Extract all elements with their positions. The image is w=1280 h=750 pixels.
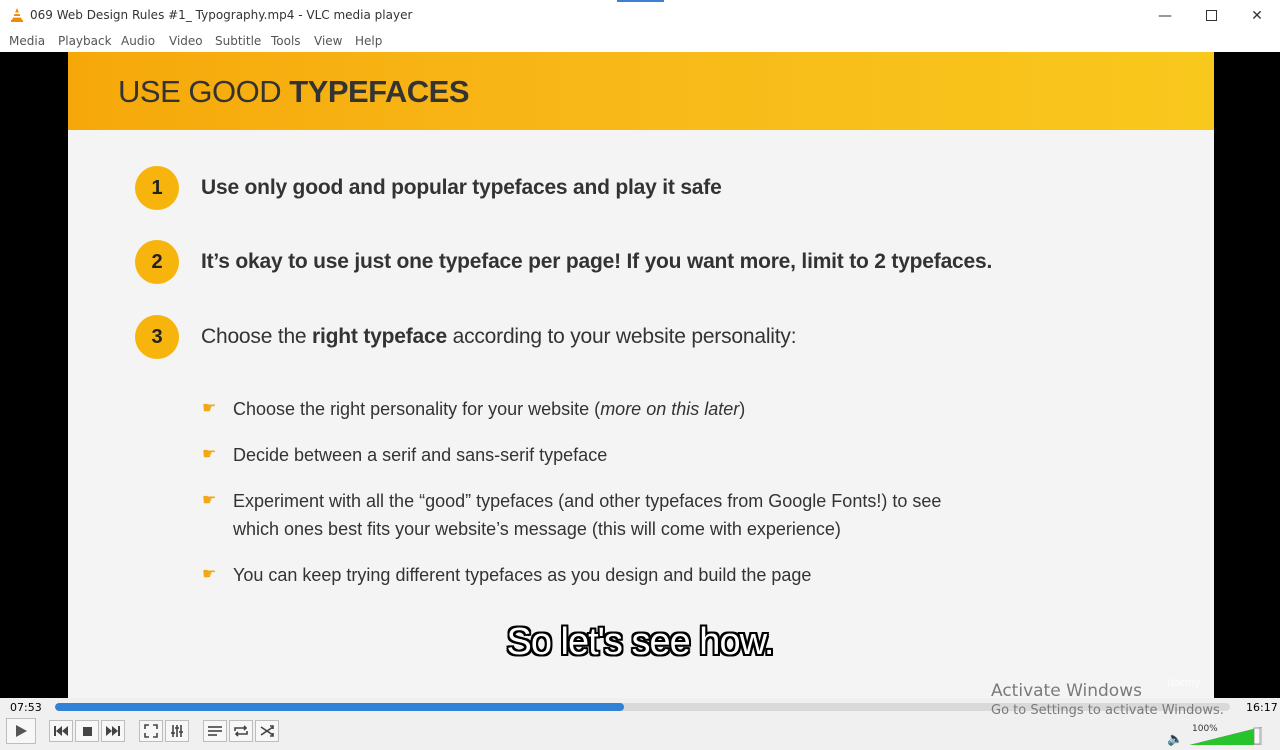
slide-title: USE GOOD TYPEFACES bbox=[118, 74, 470, 110]
activate-windows-watermark: Activate Windows Go to Settings to activ… bbox=[991, 681, 1224, 718]
subpoint-1-italic: more on this later bbox=[600, 399, 740, 419]
title-bar: 069 Web Design Rules #1_ Typography.mp4 … bbox=[0, 0, 1280, 31]
stop-button[interactable] bbox=[75, 720, 99, 742]
pointing-hand-icon: ☛ bbox=[202, 492, 217, 509]
slide: USE GOOD TYPEFACES 1 Use only good and p… bbox=[68, 52, 1214, 698]
pointing-hand-icon: ☛ bbox=[202, 566, 217, 583]
fullscreen-icon bbox=[144, 724, 158, 738]
pointing-hand-icon: ☛ bbox=[202, 446, 217, 463]
activate-windows-line-2: Go to Settings to activate Windows. bbox=[991, 703, 1224, 718]
close-icon: ✕ bbox=[1251, 7, 1263, 24]
previous-icon bbox=[54, 726, 68, 736]
point-3-pre: Choose the bbox=[201, 325, 313, 348]
shuffle-icon bbox=[260, 725, 274, 737]
point-3-post: according to your website personality: bbox=[446, 325, 797, 348]
elapsed-time: 07:53 bbox=[10, 701, 42, 714]
slide-title-bold: TYPEFACES bbox=[289, 74, 470, 109]
previous-button[interactable] bbox=[49, 720, 73, 742]
next-icon bbox=[106, 726, 120, 736]
maximize-icon bbox=[1205, 10, 1217, 21]
slide-title-light: USE GOOD bbox=[118, 74, 290, 109]
menu-media[interactable]: Media bbox=[9, 34, 45, 48]
activate-windows-line-1: Activate Windows bbox=[991, 681, 1142, 701]
point-1-text: Use only good and popular typefaces and … bbox=[201, 176, 722, 199]
point-2-text: It’s okay to use just one typeface per p… bbox=[201, 250, 993, 273]
subpoint-4: You can keep trying different typefaces … bbox=[233, 565, 812, 585]
stop-icon bbox=[82, 726, 92, 736]
slide-header: USE GOOD TYPEFACES bbox=[68, 52, 1214, 130]
menu-help[interactable]: Help bbox=[355, 34, 382, 48]
equalizer-icon bbox=[171, 725, 183, 737]
seek-bar-fill bbox=[55, 703, 624, 711]
play-icon bbox=[16, 725, 27, 737]
menu-subtitle[interactable]: Subtitle bbox=[215, 34, 261, 48]
subtitle-caption: So let's see how. bbox=[506, 621, 775, 663]
minimize-button[interactable]: — bbox=[1142, 0, 1188, 31]
fullscreen-button[interactable] bbox=[139, 720, 163, 742]
menu-video[interactable]: Video bbox=[169, 34, 203, 48]
point-3-bold: right typeface bbox=[312, 325, 447, 348]
point-number-3: 3 bbox=[135, 315, 179, 359]
speaker-icon[interactable]: 🔈 bbox=[1167, 731, 1183, 747]
next-button[interactable] bbox=[101, 720, 125, 742]
menu-tools[interactable]: Tools bbox=[271, 34, 301, 48]
video-area[interactable]: USE GOOD TYPEFACES 1 Use only good and p… bbox=[0, 52, 1280, 698]
minimize-icon: — bbox=[1158, 7, 1172, 24]
window-title: 069 Web Design Rules #1_ Typography.mp4 … bbox=[30, 8, 413, 22]
volume-handle[interactable] bbox=[1253, 727, 1261, 745]
menu-bar: Media Playback Audio Video Subtitle Tool… bbox=[0, 31, 1280, 52]
point-3-text: Choose the right typeface according to y… bbox=[201, 325, 797, 349]
point-number-1: 1 bbox=[135, 166, 179, 210]
point-number-2: 2 bbox=[135, 240, 179, 284]
subpoint-1-post: ) bbox=[739, 399, 746, 419]
loop-icon bbox=[234, 725, 248, 737]
playlist-icon bbox=[208, 726, 222, 736]
subpoint-2: Decide between a serif and sans-serif ty… bbox=[233, 445, 608, 465]
subpoint-3-line-2: which ones best fits your website’s mess… bbox=[233, 519, 841, 539]
subpoint-3-line-1: Experiment with all the “good” typefaces… bbox=[233, 491, 942, 511]
menu-playback[interactable]: Playback bbox=[58, 34, 112, 48]
extended-settings-button[interactable] bbox=[165, 720, 189, 742]
menu-audio[interactable]: Audio bbox=[121, 34, 155, 48]
close-button[interactable]: ✕ bbox=[1234, 0, 1280, 31]
maximize-button[interactable] bbox=[1188, 0, 1234, 31]
volume-percent: 100% bbox=[1192, 724, 1218, 734]
menu-view[interactable]: View bbox=[314, 34, 342, 48]
subpoint-1: Choose the right personality for your we… bbox=[233, 395, 745, 423]
vlc-cone-icon bbox=[11, 8, 23, 22]
shuffle-button[interactable] bbox=[255, 720, 279, 742]
loop-button[interactable] bbox=[229, 720, 253, 742]
playlist-button[interactable] bbox=[203, 720, 227, 742]
subpoint-1-pre: Choose the right personality for your we… bbox=[233, 399, 601, 419]
play-button[interactable] bbox=[6, 718, 36, 744]
pointing-hand-icon: ☛ bbox=[202, 400, 217, 417]
total-time: 16:17 bbox=[1246, 701, 1278, 714]
